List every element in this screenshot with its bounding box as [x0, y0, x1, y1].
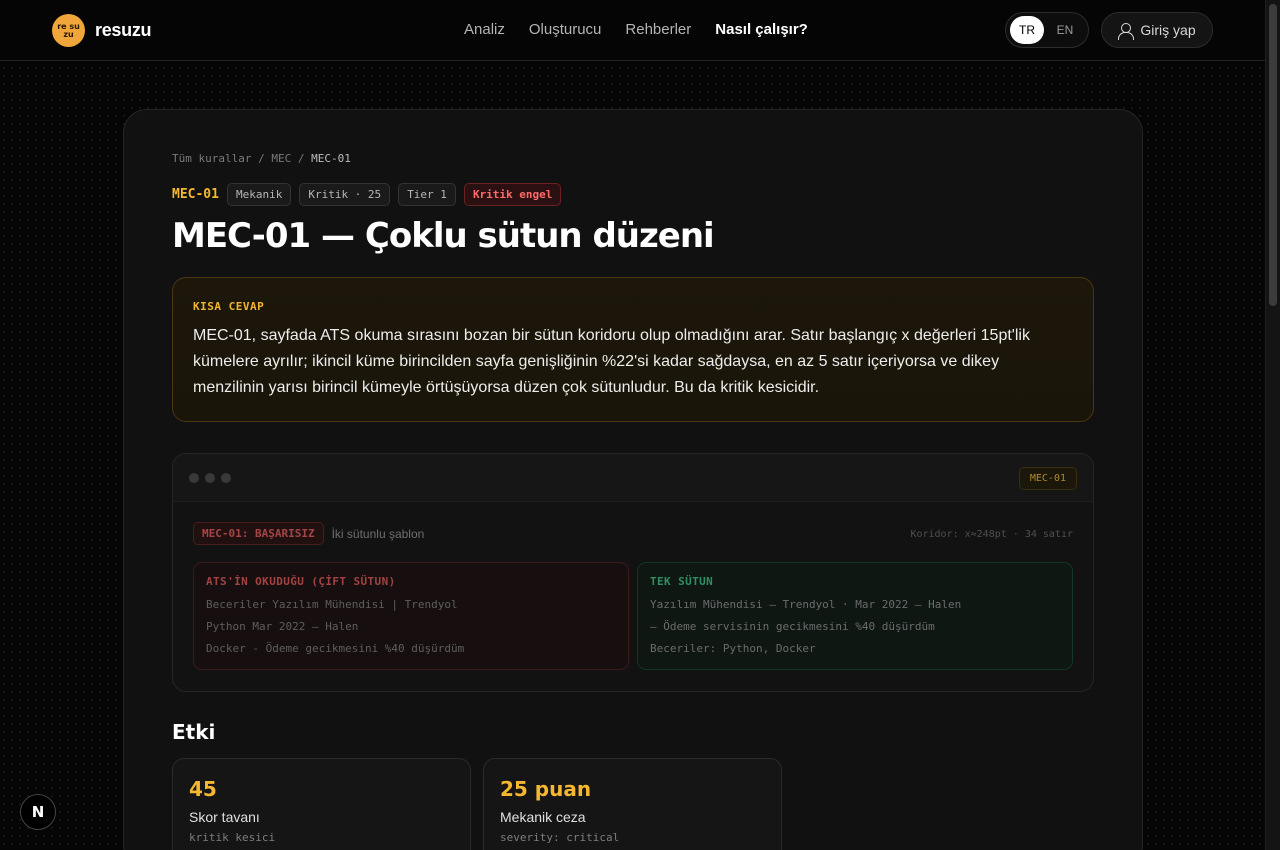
single-column-line: – Ödeme servisinin gecikmesini %40 düşür… — [650, 620, 935, 633]
breadcrumb-current: MEC-01 — [311, 152, 351, 165]
nav-link-rehberler[interactable]: Rehberler — [625, 21, 691, 38]
severity-tag: Kritik · 25 — [299, 183, 391, 206]
preview-header: MEC-01: BAŞARISIZ İki sütunlu şablon — [193, 522, 424, 545]
rule-detail-card: Tüm kurallar / MEC / MEC-01 MEC-01 Mekan… — [123, 109, 1143, 850]
impact-label: Skor tavanı — [189, 809, 260, 825]
corridor-meta: Koridor: x≈248pt · 34 satır — [910, 529, 1073, 540]
example-preview-window: MEC-01 MEC-01: BAŞARISIZ İki sütunlu şab… — [172, 453, 1094, 692]
preview-rule-badge: MEC-01 — [1018, 467, 1077, 490]
window-dots-icon — [189, 473, 231, 483]
impact-sub: kritik kesici — [189, 831, 276, 844]
fail-badge: MEC-01: BAŞARISIZ — [193, 522, 324, 545]
main-nav: Analiz Oluşturucu Rehberler Nasıl çalışı… — [464, 21, 808, 38]
short-answer-text: MEC-01, sayfada ATS okuma sırasını bozan… — [193, 327, 1030, 396]
ats-read-title: ATS'İN OKUDUĞU (ÇİFT SÜTUN) — [206, 575, 396, 588]
single-column-example: TEK SÜTUN Yazılım Mühendisi — Trendyol ·… — [637, 562, 1073, 670]
single-column-title: TEK SÜTUN — [650, 575, 714, 588]
logo-text: resuzu — [95, 20, 152, 40]
lang-en-button[interactable]: EN — [1048, 16, 1082, 44]
rule-tags: MEC-01 Mekanik Kritik · 25 Tier 1 Kritik… — [172, 183, 562, 206]
ats-read-line: Beceriler Yazılım Mühendisi | Trendyol — [206, 598, 458, 611]
page-title: MEC-01 — Çoklu sütun düzeni — [172, 216, 715, 256]
single-column-line: Yazılım Mühendisi — Trendyol · Mar 2022 … — [650, 598, 962, 611]
login-label: Giriş yap — [1140, 22, 1196, 38]
breadcrumb: Tüm kurallar / MEC / MEC-01 — [172, 152, 351, 165]
ats-read-line: Python Mar 2022 – Halen — [206, 620, 359, 633]
login-button[interactable]: Giriş yap — [1101, 12, 1213, 48]
user-icon — [1118, 22, 1135, 40]
nav-link-nasil-calisir[interactable]: Nasıl çalışır? — [715, 21, 808, 38]
ats-read-line: Docker - Ödeme gecikmesini %40 düşürdüm — [206, 642, 465, 655]
impact-label: Mekanik ceza — [500, 809, 586, 825]
nav-link-olusturucu[interactable]: Oluşturucu — [529, 21, 602, 38]
logo-mark-icon: re su zu — [52, 14, 85, 47]
dev-tools-badge[interactable]: N — [20, 794, 56, 830]
short-answer-box: KISA CEVAP MEC-01, sayfada ATS okuma sır… — [172, 277, 1094, 422]
scrollbar-thumb[interactable] — [1269, 4, 1277, 306]
category-tag: Mekanik — [226, 183, 292, 206]
logo[interactable]: re su zu resuzu — [52, 14, 152, 47]
nav-link-analiz[interactable]: Analiz — [464, 21, 505, 38]
impact-value: 25 puan — [500, 777, 592, 801]
breadcrumb-group[interactable]: MEC — [271, 152, 291, 165]
impact-card-penalty: 25 puan Mekanik ceza severity: critical — [483, 758, 782, 850]
breadcrumb-separator: / — [297, 152, 305, 165]
single-column-line: Beceriler: Python, Docker — [650, 642, 816, 655]
impact-heading: Etki — [172, 720, 216, 744]
breadcrumb-all-rules[interactable]: Tüm kurallar — [172, 152, 251, 165]
critical-block-tag: Kritik engel — [463, 183, 562, 206]
preview-titlebar: MEC-01 — [173, 454, 1093, 502]
ats-read-column: ATS'İN OKUDUĞU (ÇİFT SÜTUN) Beceriler Ya… — [193, 562, 629, 670]
breadcrumb-separator: / — [258, 152, 265, 165]
impact-sub: severity: critical — [500, 831, 620, 844]
rule-id: MEC-01 — [172, 187, 219, 202]
impact-card-score-cap: 45 Skor tavanı kritik kesici — [172, 758, 471, 850]
top-navbar: re su zu resuzu Analiz Oluşturucu Rehber… — [0, 0, 1265, 61]
tier-tag: Tier 1 — [398, 183, 456, 206]
language-toggle: TR EN — [1005, 12, 1089, 48]
page-scrollbar[interactable] — [1265, 0, 1280, 850]
lang-tr-button[interactable]: TR — [1010, 16, 1044, 44]
impact-value: 45 — [189, 777, 217, 801]
preview-subtitle: İki sütunlu şablon — [331, 526, 425, 541]
short-answer-label: KISA CEVAP — [193, 300, 265, 313]
